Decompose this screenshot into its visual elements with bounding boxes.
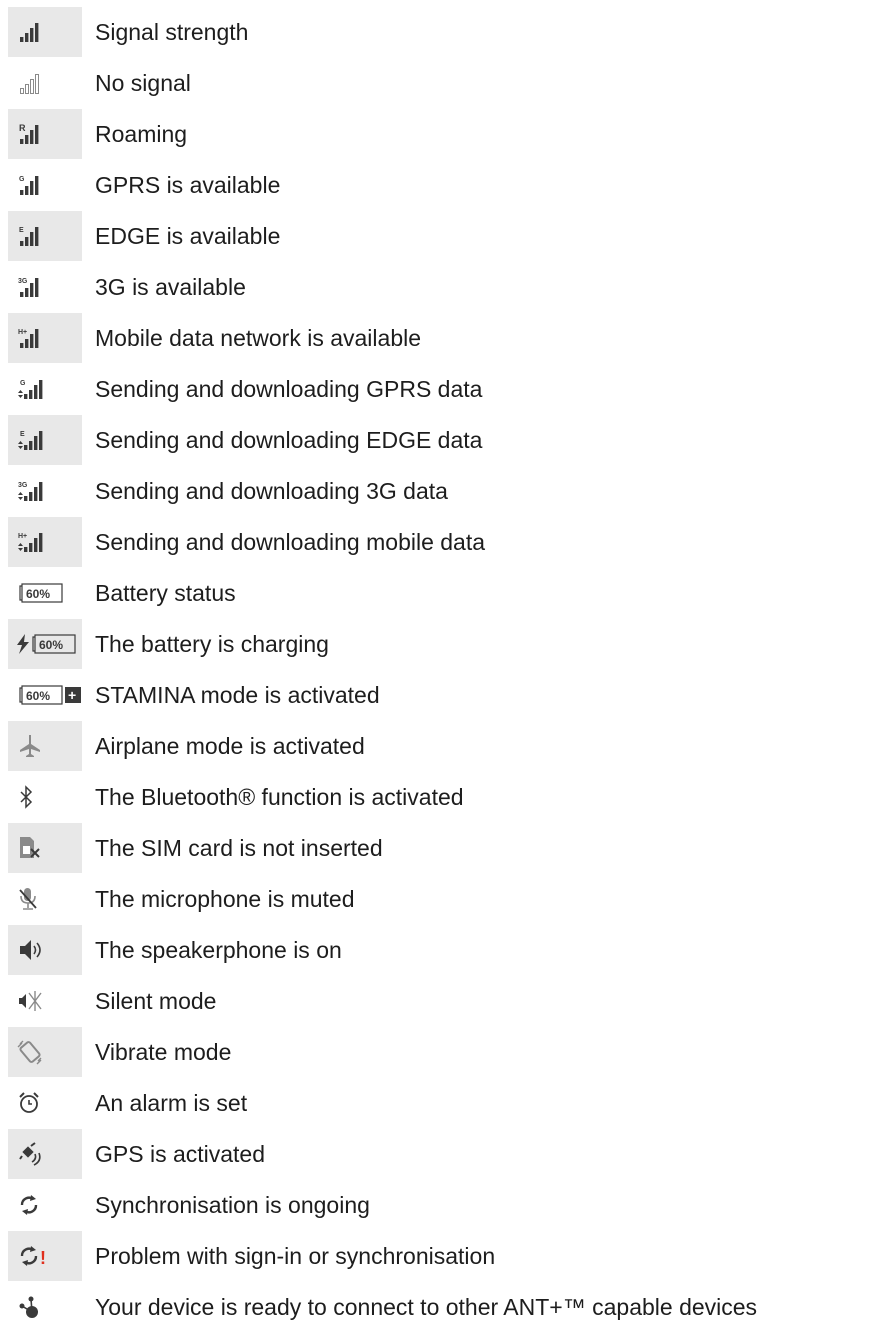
list-item: 60% Battery status: [0, 568, 886, 619]
item-label: EDGE is available: [95, 223, 281, 249]
svg-text:3G: 3G: [18, 482, 28, 489]
item-label: GPRS is available: [95, 172, 281, 198]
svg-text:R: R: [19, 123, 26, 133]
list-item: The Bluetooth® function is activated: [0, 772, 886, 823]
list-item: The microphone is muted: [0, 874, 886, 925]
svg-text:!: !: [40, 1248, 46, 1268]
item-label: Mobile data network is available: [95, 325, 422, 351]
item-label: No signal: [95, 70, 191, 96]
airplane-mode-icon: [8, 721, 82, 771]
item-label: Your device is ready to connect to other…: [95, 1294, 758, 1320]
svg-text:H+: H+: [18, 329, 27, 336]
item-label: GPS is activated: [95, 1141, 266, 1167]
signal-strength-icon: [8, 7, 82, 57]
svg-text:E: E: [19, 227, 24, 234]
item-label: Sending and downloading EDGE data: [95, 427, 483, 453]
item-label: Battery status: [95, 580, 236, 606]
item-label: Sending and downloading 3G data: [95, 478, 448, 504]
list-item: ! Problem with sign-in or synchronisation: [0, 1231, 886, 1282]
roaming-icon: R: [8, 109, 82, 159]
item-label: An alarm is set: [95, 1090, 248, 1116]
battery-status-icon: 60%: [8, 568, 82, 618]
mobile-data-icon: H+: [8, 313, 82, 363]
sim-card-missing-icon: [8, 823, 82, 873]
bluetooth-icon: [8, 772, 82, 822]
list-item: An alarm is set: [0, 1078, 886, 1129]
svg-text:G: G: [19, 176, 25, 183]
item-label: Vibrate mode: [95, 1039, 232, 1065]
item-label: The microphone is muted: [95, 886, 355, 912]
item-label: Roaming: [95, 121, 188, 147]
svg-text:60%: 60%: [26, 587, 50, 601]
list-item: The speakerphone is on: [0, 925, 886, 976]
svg-text:60%: 60%: [26, 689, 50, 703]
speakerphone-icon: [8, 925, 82, 975]
item-label: The SIM card is not inserted: [95, 835, 383, 861]
gps-icon: [8, 1129, 82, 1179]
battery-charging-icon: 60%: [8, 619, 82, 669]
item-label: STAMINA mode is activated: [95, 682, 380, 708]
silent-mode-icon: [8, 976, 82, 1026]
svg-text:3G: 3G: [18, 278, 28, 285]
item-label: Sending and downloading mobile data: [95, 529, 486, 555]
list-item: Signal strength: [0, 7, 886, 58]
list-item: Vibrate mode: [0, 1027, 886, 1078]
list-item: H+ Mobile data network is available: [0, 313, 886, 364]
svg-text:E: E: [20, 431, 25, 438]
gprs-icon: G: [8, 160, 82, 210]
list-item: 3G 3G is available: [0, 262, 886, 313]
edge-icon: E: [8, 211, 82, 261]
item-label: Airplane mode is activated: [95, 733, 365, 759]
list-item: G Sending and downloading GPRS data: [0, 364, 886, 415]
vibrate-mode-icon: [8, 1027, 82, 1077]
list-item: The SIM card is not inserted: [0, 823, 886, 874]
gprs-transfer-icon: G: [8, 364, 82, 414]
list-item: No signal: [0, 58, 886, 109]
alarm-icon: [8, 1078, 82, 1128]
svg-text:60%: 60%: [39, 638, 63, 652]
item-label: Silent mode: [95, 988, 217, 1014]
item-label: The speakerphone is on: [95, 937, 342, 963]
3g-icon: 3G: [8, 262, 82, 312]
list-item: R Roaming: [0, 109, 886, 160]
list-item: H+ Sending and downloading mobile data: [0, 517, 886, 568]
item-label: Synchronisation is ongoing: [95, 1192, 370, 1218]
stamina-mode-icon: 60% +: [8, 670, 82, 720]
no-signal-icon: [8, 58, 82, 108]
list-item: 3G Sending and downloading 3G data: [0, 466, 886, 517]
list-item: E Sending and downloading EDGE data: [0, 415, 886, 466]
list-item: Airplane mode is activated: [0, 721, 886, 772]
microphone-muted-icon: [8, 874, 82, 924]
status-icon-legend: Signal strength No signal R Roaming G GPRS is…: [0, 7, 886, 1333]
sync-icon: [8, 1180, 82, 1230]
item-label: 3G is available: [95, 274, 246, 300]
list-item: GPS is activated: [0, 1129, 886, 1180]
list-item: 60% + STAMINA mode is activated: [0, 670, 886, 721]
list-item: E EDGE is available: [0, 211, 886, 262]
edge-transfer-icon: E: [8, 415, 82, 465]
item-label: The battery is charging: [95, 631, 329, 657]
svg-text:G: G: [20, 380, 26, 387]
item-label: Problem with sign-in or synchronisation: [95, 1243, 496, 1269]
list-item: Synchronisation is ongoing: [0, 1180, 886, 1231]
list-item: G GPRS is available: [0, 160, 886, 211]
item-label: The Bluetooth® function is activated: [95, 784, 464, 810]
ant-plus-icon: [8, 1282, 82, 1332]
item-label: Sending and downloading GPRS data: [95, 376, 483, 402]
3g-transfer-icon: 3G: [8, 466, 82, 516]
list-item: Silent mode: [0, 976, 886, 1027]
svg-text:H+: H+: [18, 533, 27, 540]
svg-text:+: +: [68, 687, 76, 703]
sync-problem-icon: !: [8, 1231, 82, 1281]
item-label: Signal strength: [95, 19, 249, 45]
list-item: 60% The battery is charging: [0, 619, 886, 670]
mobile-data-transfer-icon: H+: [8, 517, 82, 567]
list-item: Your device is ready to connect to other…: [0, 1282, 886, 1333]
